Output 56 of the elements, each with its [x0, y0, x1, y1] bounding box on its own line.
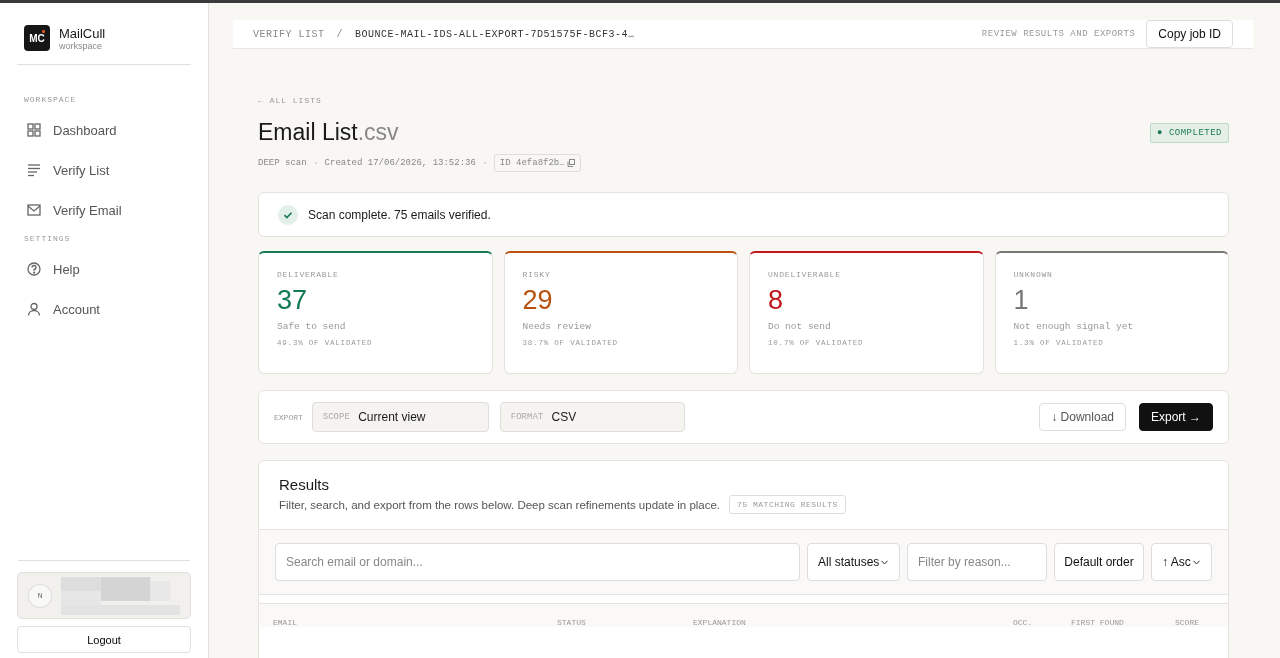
- sidebar-item[interactable]: Dashboard: [17, 110, 191, 150]
- logo: MC: [24, 25, 50, 51]
- list-icon: [27, 163, 41, 177]
- scope-select[interactable]: SCOPE Current view: [311, 402, 489, 432]
- logout-button[interactable]: Logout: [17, 626, 191, 653]
- help-icon: [27, 262, 41, 276]
- check-icon: [278, 204, 298, 225]
- mail-icon: [27, 203, 41, 217]
- stat-value: 37: [277, 285, 309, 316]
- stat-note: Not enough signal yet: [1013, 321, 1135, 332]
- top-hint: REVIEW RESULTS AND EXPORTS: [981, 29, 1136, 39]
- notice-text: Scan complete. 75 emails verified.: [308, 207, 491, 222]
- page-title: Email List.csv: [258, 119, 399, 146]
- copy-icon: [566, 159, 575, 167]
- sidebar-item[interactable]: Verify List: [17, 150, 191, 190]
- stat-label: UNDELIVERABLE: [768, 270, 842, 279]
- user-icon: [27, 302, 41, 316]
- breadcrumb-link[interactable]: VERIFY LIST: [253, 28, 325, 40]
- order-select[interactable]: Default order: [1054, 543, 1144, 581]
- brand-subtitle: workspace: [59, 40, 104, 51]
- sidebar-item[interactable]: Verify Email: [17, 190, 191, 230]
- status-filter[interactable]: All statuses: [807, 543, 900, 581]
- brand-name: MailCull: [59, 25, 106, 41]
- scan-type: DEEP scan: [258, 158, 307, 168]
- breadcrumb-current: BOUNCE-MAIL-IDS-ALL-EXPORT-7D51575F-BCF3-4…: [355, 28, 635, 40]
- id-chip[interactable]: ID 4efa8f2b…: [493, 154, 581, 172]
- stat-label: DELIVERABLE: [277, 270, 340, 279]
- copy-job-id-button[interactable]: Copy job ID: [1146, 20, 1233, 48]
- results-count: 75 MATCHING RESULTS: [729, 495, 846, 514]
- download-button[interactable]: ↓ Download: [1039, 403, 1126, 431]
- format-select[interactable]: FORMAT CSV: [499, 402, 685, 432]
- created-date: Created 17/06/2026, 13:52:36: [324, 158, 476, 168]
- grid-icon: [27, 123, 41, 137]
- stat-label: UNKNOWN: [1013, 270, 1054, 279]
- export-label: EXPORT: [274, 412, 303, 422]
- sidebar-item[interactable]: Help: [17, 249, 191, 289]
- breadcrumb-separator: /: [336, 28, 344, 40]
- chevron-down-icon: [1192, 559, 1200, 565]
- reason-field[interactable]: Filter by reason...: [907, 543, 1047, 581]
- chevron-down-icon: [881, 559, 889, 565]
- stat-note: Safe to send: [277, 321, 347, 332]
- status-badge: ● COMPLETED: [1150, 122, 1229, 143]
- search-field[interactable]: Search email or domain...: [275, 543, 800, 581]
- stat-value: 1: [1013, 285, 1030, 316]
- direction-select[interactable]: ↑ Asc: [1151, 543, 1212, 581]
- sidebar-item[interactable]: Account: [17, 289, 191, 329]
- stat-note: Needs review: [522, 321, 592, 332]
- stat-label: RISKY: [522, 270, 552, 279]
- stat-value: 8: [768, 285, 785, 316]
- section-heading: WORKSPACE: [24, 95, 78, 104]
- section-heading: SETTINGS: [24, 234, 72, 243]
- results-description: Filter, search, and export from the rows below. Deep scan refinements update in place.: [279, 498, 721, 511]
- results-title: Results: [279, 476, 331, 493]
- stat-value: 29: [522, 285, 554, 316]
- export-button[interactable]: Export →: [1139, 403, 1213, 431]
- stat-note: Do not send: [768, 321, 832, 332]
